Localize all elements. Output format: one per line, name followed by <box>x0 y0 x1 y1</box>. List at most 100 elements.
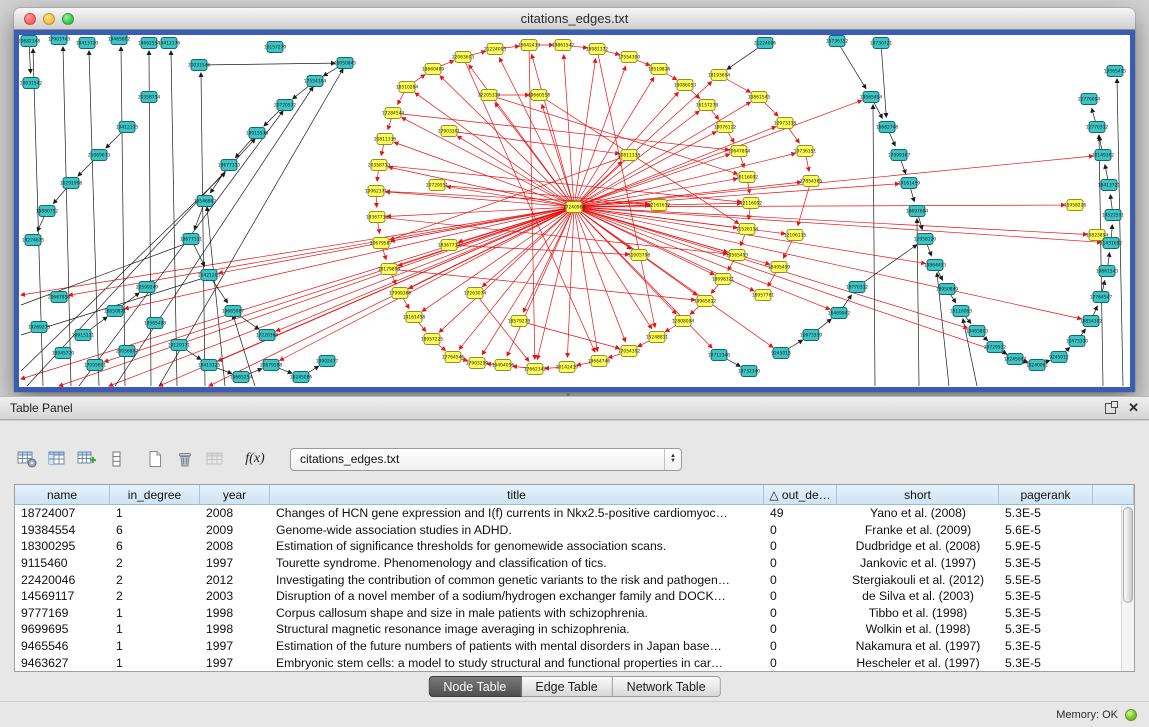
table-row[interactable]: 1872400712008Changes of HCN gene express… <box>15 505 1121 522</box>
column-header-out_de[interactable]: △ out_de… <box>764 485 837 505</box>
graph-node[interactable]: 18950849 <box>936 284 959 295</box>
vertical-scrollbar[interactable] <box>1121 505 1134 671</box>
graph-node[interactable]: 19465802 <box>108 35 131 45</box>
graph-node[interactable]: 19129171 <box>168 340 191 351</box>
graph-node[interactable]: 18697684 <box>906 206 929 217</box>
graph-node[interactable]: 19086053 <box>674 80 697 91</box>
graph-node[interactable]: 18770312 <box>846 282 869 293</box>
graph-node[interactable]: 16157279 <box>264 42 287 53</box>
network-view[interactable]: 1724096818510284172845442081133620358713… <box>19 35 1130 387</box>
graph-node[interactable]: 18519826 <box>648 64 671 75</box>
graph-node[interactable]: 19565493 <box>726 250 749 261</box>
graph-node[interactable]: 19732340 <box>738 366 761 377</box>
graph-node[interactable]: 18367737 <box>438 240 461 251</box>
graph-node[interactable]: 19880752 <box>36 206 59 217</box>
table-row[interactable]: 946554611997Estimation of the future num… <box>15 638 1121 655</box>
graph-node[interactable]: 19565495 <box>1104 66 1127 77</box>
graph-node[interactable]: 16291998 <box>60 178 83 189</box>
graph-node[interactable]: 12808094 <box>672 316 695 327</box>
graph-node[interactable]: 20421205 <box>198 270 221 281</box>
graph-node[interactable]: 18660489 <box>422 64 445 75</box>
graph-node[interactable]: 19412176 <box>158 38 181 49</box>
graph-node[interactable]: 19902477 <box>316 356 339 367</box>
graph-node[interactable]: 19962371 <box>365 186 388 197</box>
table-row[interactable]: 1456911722003Disruption of a novel membe… <box>15 588 1121 605</box>
graph-node[interactable]: 19915576 <box>246 128 269 139</box>
graph-node[interactable]: 11526114 <box>736 224 759 235</box>
graph-node[interactable]: 20149362 <box>1092 150 1115 161</box>
graph-node[interactable]: 19161458 <box>403 312 426 323</box>
row-selector-icon[interactable] <box>104 446 130 472</box>
graph-node[interactable]: 9245013 <box>771 348 791 359</box>
graph-node[interactable]: 18945720 <box>52 348 75 359</box>
graph-node[interactable]: 20056807 <box>116 346 139 357</box>
graph-node[interactable]: 12770312 <box>1086 122 1109 133</box>
graph-node[interactable]: 18193694 <box>708 70 731 81</box>
table-row[interactable]: 1830029562008Estimation of significance … <box>15 538 1121 555</box>
graph-node[interactable]: 18413720 <box>76 38 99 49</box>
graph-node[interactable]: 21224096 <box>754 38 777 49</box>
graph-node[interactable]: 20031546 <box>188 60 211 71</box>
graph-node[interactable]: 19465803 <box>966 326 989 337</box>
graph-node[interactable]: 15958226 <box>1064 200 1087 211</box>
graph-node[interactable]: 12161612 <box>648 200 671 211</box>
graph-node[interactable]: 20667858 <box>48 292 71 303</box>
graph-node[interactable]: 20729552 <box>984 342 1007 353</box>
graph-node[interactable]: 19736351 <box>794 146 817 157</box>
new-page-icon[interactable] <box>142 446 168 472</box>
graph-node[interactable]: 17903299 <box>466 358 489 369</box>
graph-node[interactable]: 16157278 <box>696 100 719 111</box>
graph-node[interactable]: 18698321 <box>712 274 735 285</box>
column-header-in_degree[interactable]: in_degree <box>110 485 200 505</box>
graph-node[interactable]: 17095601 <box>84 360 107 371</box>
graph-node[interactable]: 17240968 <box>563 202 586 213</box>
tab-network-table[interactable]: Network Table <box>613 676 721 697</box>
graph-node[interactable]: 20358714 <box>138 92 161 103</box>
graph-node[interactable]: 11005798 <box>628 250 651 261</box>
graph-node[interactable]: 17764547 <box>1090 292 1113 303</box>
graph-node[interactable]: 10647894 <box>728 146 751 157</box>
graph-node[interactable]: 19861545 <box>748 92 771 103</box>
graph-node[interactable]: 18854392 <box>1080 316 1103 327</box>
graph-node[interactable]: 16642433 <box>518 40 541 51</box>
graph-node[interactable]: 18981372 <box>586 44 609 55</box>
graph-node[interactable]: 19861543 <box>1096 266 1119 277</box>
graph-node[interactable]: 16682748 <box>876 122 899 133</box>
graph-node[interactable]: 19412175 <box>116 122 139 133</box>
graph-node[interactable]: 22063603 <box>452 52 475 63</box>
graph-node[interactable]: 19861542 <box>552 40 575 51</box>
graph-node[interactable]: 12106115 <box>784 230 807 241</box>
column-header-title[interactable]: title <box>270 485 764 505</box>
graph-node[interactable]: 19161459 <box>898 178 921 189</box>
graph-node[interactable]: 16116092 <box>736 172 759 183</box>
column-header-short[interactable]: short <box>837 485 999 505</box>
column-header-pagerank[interactable]: pagerank <box>999 485 1093 505</box>
graph-node[interactable]: 19404056 <box>492 360 515 371</box>
graph-node[interactable]: 20811336 <box>374 134 397 145</box>
trash-icon[interactable] <box>172 446 198 472</box>
tab-edge-table[interactable]: Edge Table <box>521 676 612 697</box>
graph-node[interactable]: 18245086 <box>290 372 313 383</box>
show-columns-icon[interactable] <box>44 446 70 472</box>
graph-node[interactable]: 11431692 <box>1100 238 1123 249</box>
graph-node[interactable]: 20720572 <box>274 100 297 111</box>
graph-node[interactable]: 16116093 <box>950 306 973 317</box>
graph-node[interactable]: 21224095 <box>484 44 507 55</box>
graph-node[interactable]: 22205310 <box>478 90 501 101</box>
graph-node[interactable]: 17854365 <box>800 176 823 187</box>
graph-node[interactable]: 20811338 <box>618 150 641 161</box>
graph-node[interactable]: 20031542 <box>20 78 43 89</box>
table-row[interactable]: 1938455462009Genome-wide association stu… <box>15 522 1121 539</box>
table-row[interactable]: 2242004622012Investigating the contribut… <box>15 571 1121 588</box>
graph-node[interactable]: 18579278 <box>508 316 531 327</box>
graph-node[interactable]: 20358713 <box>368 160 391 171</box>
graph-node[interactable]: 18413721 <box>1098 180 1121 191</box>
close-panel-button[interactable]: ✕ <box>1128 400 1139 416</box>
graph-node[interactable]: 18950845 <box>334 58 357 69</box>
graph-node[interactable]: 20729551 <box>426 180 449 191</box>
graph-node[interactable]: 10973319 <box>800 330 823 341</box>
close-button[interactable] <box>24 13 36 25</box>
graph-node[interactable]: 17662342 <box>524 364 547 375</box>
graph-node[interactable]: 12116092 <box>740 198 763 209</box>
minimize-button[interactable] <box>43 13 55 25</box>
